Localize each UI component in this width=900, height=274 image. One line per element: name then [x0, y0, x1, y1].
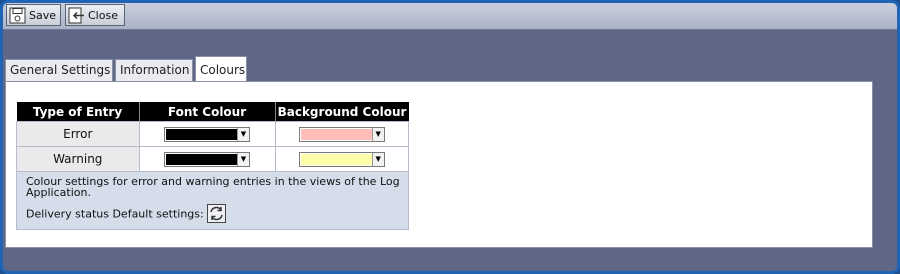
default-settings-label: Delivery status Default settings: [26, 207, 204, 221]
close-icon [68, 7, 85, 24]
chevron-down-icon: ▼ [237, 152, 249, 166]
tab-general-settings[interactable]: General Settings [5, 59, 113, 81]
column-header: Type of Entry [16, 102, 140, 122]
close-label: Close [88, 8, 118, 22]
error-background-colour-select[interactable]: ▼ [298, 126, 385, 142]
tab-information[interactable]: Information [115, 59, 193, 81]
save-button[interactable]: Save [6, 4, 61, 26]
save-label: Save [29, 8, 57, 22]
save-icon [9, 7, 26, 24]
font-colour-cell: ▼ [138, 121, 276, 147]
colour-swatch [166, 128, 237, 140]
colour-swatch [166, 153, 237, 165]
warning-font-colour-select[interactable]: ▼ [164, 151, 250, 167]
background-colour-cell: ▼ [274, 146, 409, 172]
font-colour-cell: ▼ [138, 146, 276, 172]
background-colour-cell: ▼ [274, 121, 409, 147]
table-footer: Colour settings for error and warning en… [16, 171, 409, 230]
chevron-down-icon: ▼ [237, 127, 249, 141]
colours-panel: Type of Entry Font Colour Background Col… [5, 81, 873, 248]
reset-defaults-icon[interactable] [207, 204, 227, 225]
entry-type-error: Error [16, 121, 140, 147]
chevron-down-icon: ▼ [371, 152, 384, 166]
error-font-colour-select[interactable]: ▼ [164, 126, 250, 142]
close-button[interactable]: Close [65, 4, 125, 26]
entry-type-warning: Warning [16, 146, 140, 172]
warning-background-colour-select[interactable]: ▼ [298, 151, 385, 167]
table-header-row: Type of Entry Font Colour Background Col… [16, 102, 409, 122]
app-window: Save Close General Settings Information … [0, 0, 900, 274]
toolbar: Save Close [3, 3, 897, 30]
column-header: Background Colour [275, 102, 409, 122]
colour-swatch [300, 128, 372, 140]
column-header: Font Colour [139, 102, 276, 122]
colour-settings-table: Type of Entry Font Colour Background Col… [16, 102, 409, 230]
window-edge [873, 81, 897, 248]
colour-swatch [300, 153, 372, 165]
table-footer-row: Colour settings for error and warning en… [16, 171, 409, 230]
table-row: Error ▼ ▼ [16, 121, 409, 147]
tab-colours[interactable]: Colours [195, 56, 247, 81]
colour-settings-description: Colour settings for error and warning en… [26, 175, 400, 199]
default-settings-row: Delivery status Default settings: [26, 204, 400, 225]
table-row: Warning ▼ ▼ [16, 146, 409, 172]
chevron-down-icon: ▼ [371, 127, 384, 141]
